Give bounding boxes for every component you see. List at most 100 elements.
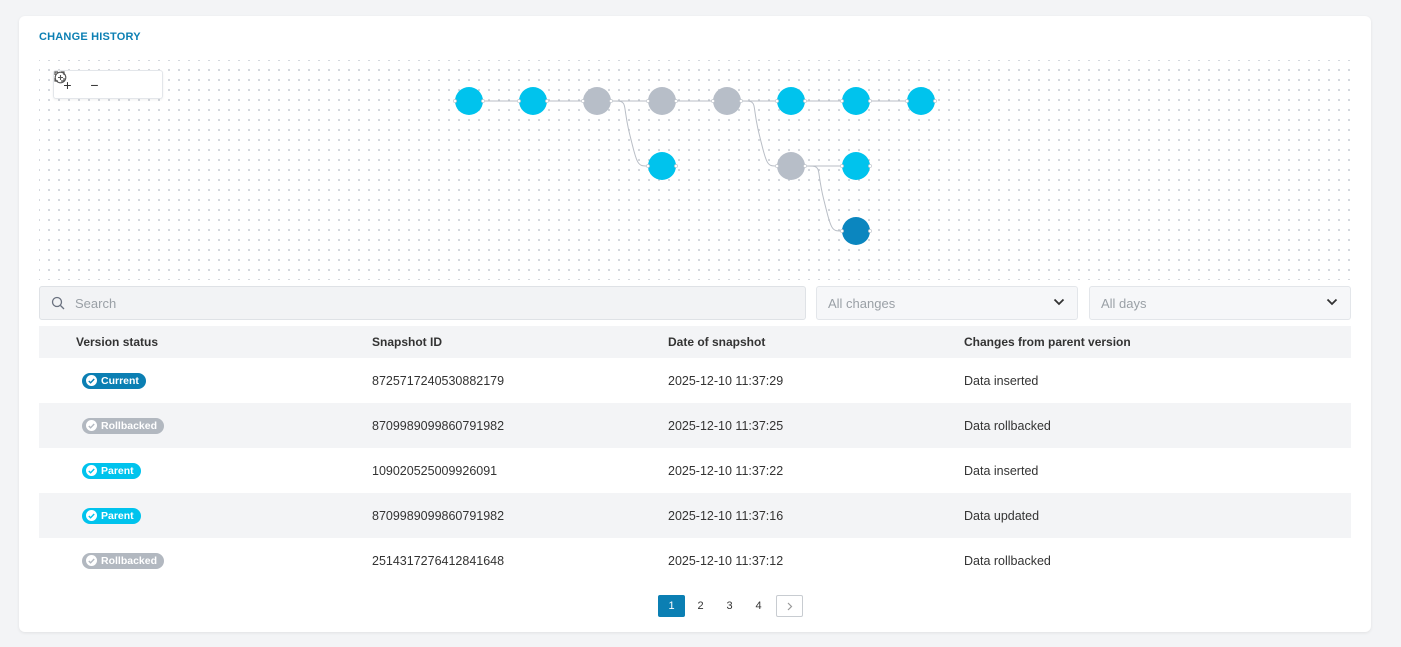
- check-icon: [86, 420, 97, 431]
- node-handle: [646, 164, 650, 168]
- version-node[interactable]: [648, 87, 676, 115]
- version-node[interactable]: [713, 87, 741, 115]
- header-date[interactable]: Date of snapshot: [631, 335, 927, 349]
- status-badge: Rollbacked: [82, 552, 165, 569]
- change-history-card: CHANGE HISTORY + − All changes Al: [19, 16, 1371, 632]
- graph-canvas: [453, 87, 937, 245]
- version-graph[interactable]: + −: [39, 60, 1351, 280]
- node-handle: [545, 99, 549, 103]
- node-handle: [453, 99, 457, 103]
- check-icon: [86, 555, 97, 566]
- snapshot-id-cell: 109020525009926091: [372, 463, 498, 478]
- days-filter-select[interactable]: All days: [1089, 286, 1351, 320]
- status-cell: Current: [39, 372, 335, 389]
- node-handle: [868, 229, 872, 233]
- changes-cell: Data updated: [964, 508, 1040, 523]
- date-cell: 2025-12-10 11:37:22: [668, 463, 784, 478]
- section-title: CHANGE HISTORY: [39, 31, 141, 43]
- version-node[interactable]: [842, 217, 870, 245]
- check-icon: [86, 465, 97, 476]
- chevron-down-icon: [1053, 298, 1065, 306]
- node-handle: [803, 164, 807, 168]
- date-cell: 2025-12-10 11:37:25: [668, 418, 784, 433]
- node-handle: [646, 99, 650, 103]
- date-cell: 2025-12-10 11:37:12: [668, 553, 784, 568]
- node-handle: [674, 164, 678, 168]
- page-button[interactable]: 1: [658, 595, 685, 617]
- snapshot-id-cell: 8709989099860791982: [372, 508, 505, 523]
- status-cell: Parent: [39, 507, 335, 524]
- next-page-button[interactable]: [776, 595, 803, 617]
- status-cell: Rollbacked: [39, 417, 335, 434]
- node-handle: [711, 99, 715, 103]
- filters-bar: All changes All days: [39, 286, 1351, 320]
- version-node[interactable]: [455, 87, 483, 115]
- header-changes[interactable]: Changes from parent version: [927, 335, 1351, 349]
- node-handle: [803, 99, 807, 103]
- table-row[interactable]: Rollbacked 8709989099860791982 2025-12-1…: [39, 403, 1351, 448]
- changes-cell: Data rollbacked: [964, 553, 1051, 568]
- status-cell: Parent: [39, 462, 335, 479]
- page-button[interactable]: 3: [716, 595, 743, 617]
- snapshot-id-cell: 2514317276412841648: [372, 553, 505, 568]
- days-filter-value: All days: [1101, 296, 1147, 311]
- snapshot-id-cell: 8709989099860791982: [372, 418, 505, 433]
- node-handle: [905, 99, 909, 103]
- search-input[interactable]: [75, 287, 775, 319]
- status-badge: Current: [82, 372, 146, 389]
- version-node[interactable]: [842, 87, 870, 115]
- status-badge: Parent: [82, 507, 141, 524]
- changes-cell: Data rollbacked: [964, 418, 1051, 433]
- node-handle: [868, 164, 872, 168]
- header-snapshot-id[interactable]: Snapshot ID: [335, 335, 631, 349]
- table-row[interactable]: Parent 8709989099860791982 2025-12-10 11…: [39, 493, 1351, 538]
- chevron-down-icon: [1326, 298, 1338, 306]
- search-icon: [51, 296, 65, 310]
- table-row[interactable]: Parent 109020525009926091 2025-12-10 11:…: [39, 448, 1351, 493]
- header-version-status[interactable]: Version status: [39, 335, 335, 349]
- status-label: Rollbacked: [101, 419, 158, 432]
- pagination: 1234: [658, 595, 803, 617]
- history-table: Version status Snapshot ID Date of snaps…: [39, 326, 1351, 583]
- status-label: Current: [101, 374, 139, 387]
- node-handle: [840, 99, 844, 103]
- version-node[interactable]: [519, 87, 547, 115]
- node-handle: [517, 99, 521, 103]
- node-handle: [840, 229, 844, 233]
- chevron-right-icon: [787, 602, 792, 610]
- node-handle: [775, 164, 779, 168]
- node-handle: [739, 99, 743, 103]
- version-node[interactable]: [842, 152, 870, 180]
- changes-filter-select[interactable]: All changes: [816, 286, 1078, 320]
- status-cell: Rollbacked: [39, 552, 335, 569]
- status-label: Parent: [101, 464, 134, 477]
- version-node[interactable]: [907, 87, 935, 115]
- status-label: Parent: [101, 509, 134, 522]
- search-box: [39, 286, 806, 320]
- version-node[interactable]: [583, 87, 611, 115]
- graph-edge: [740, 100, 778, 167]
- page-button[interactable]: 2: [687, 595, 714, 617]
- node-handle: [775, 99, 779, 103]
- node-handle: [868, 99, 872, 103]
- node-handle: [840, 164, 844, 168]
- table-header: Version status Snapshot ID Date of snaps…: [39, 326, 1351, 358]
- check-icon: [86, 510, 97, 521]
- version-node[interactable]: [648, 152, 676, 180]
- snapshot-id-cell: 8725717240530882179: [372, 373, 505, 388]
- changes-filter-value: All changes: [828, 296, 896, 311]
- table-row[interactable]: Rollbacked 2514317276412841648 2025-12-1…: [39, 538, 1351, 583]
- graph-edge: [610, 100, 649, 167]
- node-handle: [674, 99, 678, 103]
- version-node[interactable]: [777, 87, 805, 115]
- table-row[interactable]: Current 8725717240530882179 2025-12-10 1…: [39, 358, 1351, 403]
- version-node[interactable]: [777, 152, 805, 180]
- table-body: Current 8725717240530882179 2025-12-10 1…: [39, 358, 1351, 583]
- status-badge: Rollbacked: [82, 417, 165, 434]
- node-handle: [933, 99, 937, 103]
- node-handle: [481, 99, 485, 103]
- page-button[interactable]: 4: [745, 595, 772, 617]
- graph-edge: [804, 165, 843, 232]
- status-badge: Parent: [82, 462, 141, 479]
- check-icon: [86, 375, 97, 386]
